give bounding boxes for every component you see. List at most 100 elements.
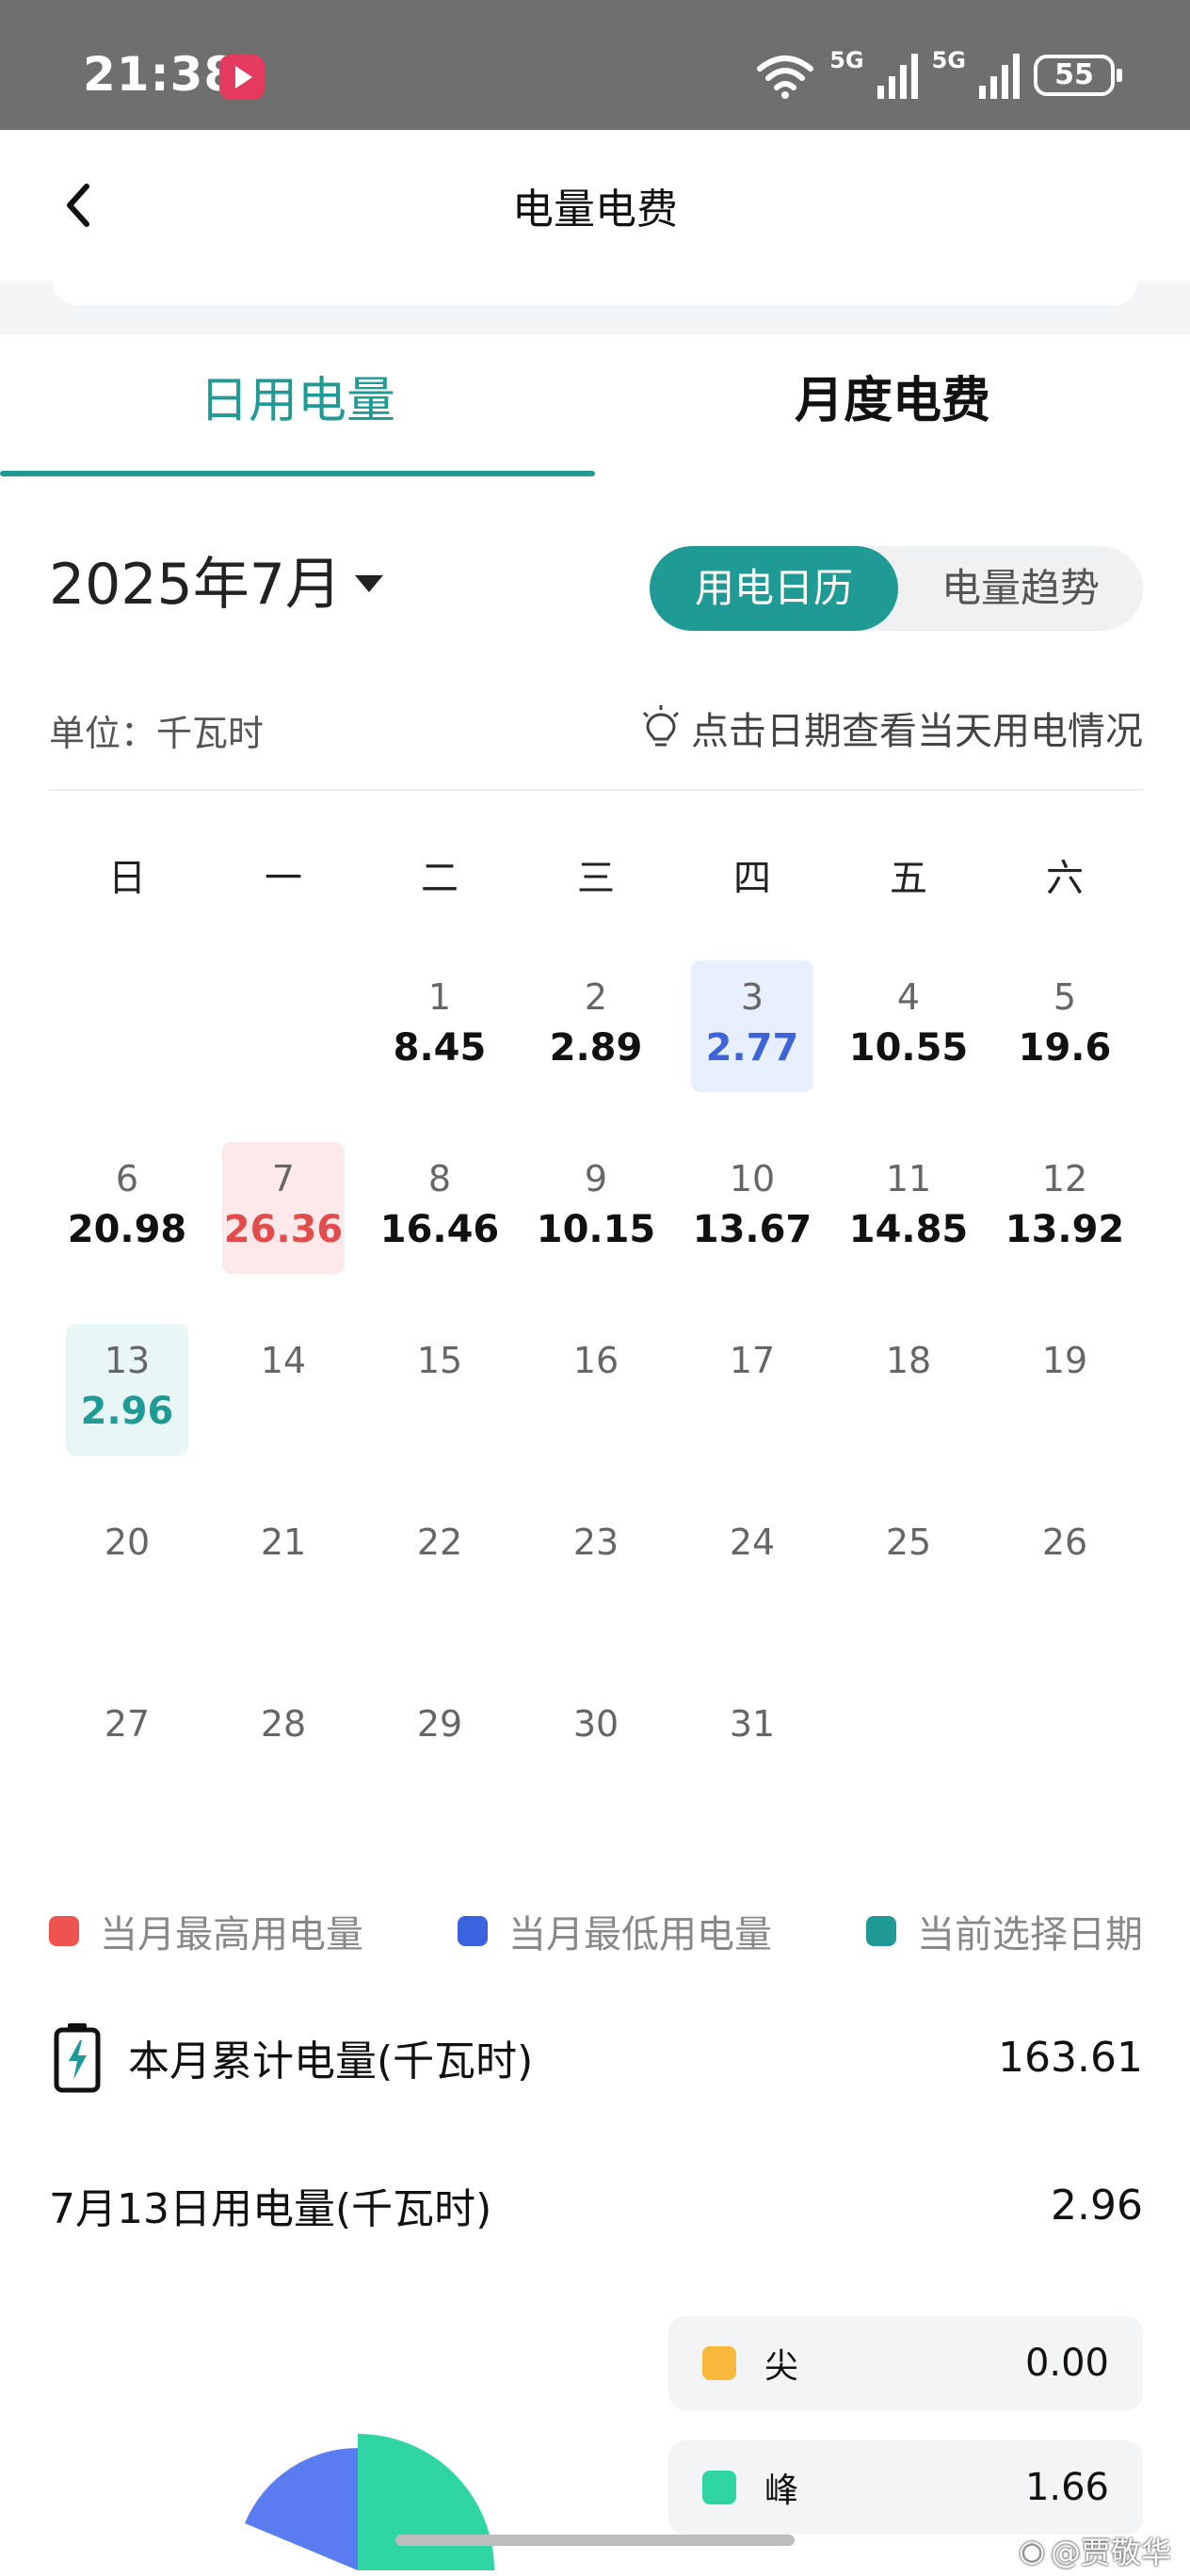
breakdown-name: 尖 (764, 2347, 799, 2386)
battery-level: 55 (1054, 58, 1094, 91)
day-usage: 13.92 (1005, 1208, 1125, 1251)
calendar-day-box: 10 13.67 (691, 1142, 813, 1274)
day-total-label: 7月13日用电量(千瓦时) (49, 2185, 492, 2233)
calendar-day[interactable]: 14 (205, 1324, 362, 1505)
calendar-day[interactable]: 10 13.67 (674, 1142, 830, 1324)
calendar-day[interactable]: 29 (362, 1687, 518, 1869)
calendar-day[interactable]: 13 2.96 (49, 1324, 205, 1505)
calendar-day[interactable]: 3 2.77 (674, 960, 830, 1142)
watermark-text: @贾敬华 (1050, 2535, 1171, 2570)
calendar-week: 27 28 29 30 31 (49, 1687, 1143, 1869)
calendar-day-box: 22 (378, 1505, 501, 1637)
calendar-day-box: 21 (222, 1505, 345, 1637)
unit-label: 单位：千瓦时 (49, 713, 265, 754)
tab-monthly-bill[interactable]: 月度电费 (595, 335, 1190, 478)
calendar-empty (987, 1687, 1143, 1869)
calendar-day-box: 16 (535, 1324, 657, 1456)
calendar-day[interactable]: 8 16.46 (362, 1142, 518, 1324)
month-total-value: 163.61 (998, 2033, 1143, 2082)
weekday-label: 六 (1046, 857, 1084, 900)
calendar-day-box: 6 20.98 (66, 1142, 188, 1274)
home-indicator[interactable] (395, 2535, 795, 2546)
toggle-trend[interactable]: 电量趋势 (898, 546, 1143, 631)
toggle-calendar[interactable]: 用电日历 (650, 546, 898, 631)
status-icons: 5G 5G 55 (754, 47, 1122, 104)
day-number: 19 (1041, 1340, 1088, 1381)
calendar-day[interactable]: 9 10.15 (518, 1142, 674, 1324)
calendar-day[interactable]: 24 (674, 1505, 830, 1687)
month-picker[interactable]: 2025年7月 (49, 539, 383, 620)
month-label: 2025年7月 (49, 552, 342, 618)
legend-label: 当前选择日期 (917, 1913, 1143, 1956)
battery-icon: 55 (1034, 55, 1122, 96)
wifi-icon (757, 56, 814, 99)
day-usage: 26.36 (223, 1208, 344, 1251)
legend-item: 当月最高用电量 (49, 1904, 363, 1958)
calendar-day-box: 15 (378, 1324, 501, 1456)
day-number: 3 (740, 976, 764, 1018)
breakdown-name: 峰 (764, 2471, 799, 2510)
day-usage: 10.15 (536, 1208, 656, 1251)
calendar-day[interactable]: 23 (518, 1505, 674, 1687)
legend-label: 当月最低用电量 (508, 1913, 772, 1956)
calendar-day-box: 25 (847, 1505, 970, 1637)
calendar-day-box: 17 (691, 1324, 813, 1456)
day-usage: 8.45 (393, 1026, 487, 1070)
calendar-day-box: 28 (222, 1687, 345, 1819)
month-total-row: 本月累计电量(千瓦时) 163.61 (49, 2015, 1143, 2100)
calendar-day[interactable]: 27 (49, 1687, 205, 1869)
divider (49, 789, 1143, 791)
calendar-day[interactable]: 30 (518, 1687, 674, 1869)
calendar-day[interactable]: 18 (830, 1324, 987, 1505)
weibo-icon: ◉ (1019, 2533, 1045, 2568)
day-usage: 2.89 (549, 1026, 643, 1070)
caret-down-icon (354, 574, 383, 592)
calendar-day[interactable]: 6 20.98 (49, 1142, 205, 1324)
calendar-day[interactable]: 12 13.92 (987, 1142, 1143, 1324)
calendar-day[interactable]: 2 2.89 (518, 960, 674, 1142)
month-total-label: 本月累计电量(千瓦时) (128, 2037, 534, 2085)
day-usage: 10.55 (848, 1026, 969, 1070)
calendar-day[interactable]: 26 (987, 1505, 1143, 1687)
day-usage: 2.77 (705, 1026, 799, 1070)
weekday-label: 四 (733, 857, 771, 900)
calendar-day-box: 18 (847, 1324, 970, 1456)
calendar-day[interactable]: 19 (987, 1324, 1143, 1505)
calendar-day[interactable]: 4 10.55 (830, 960, 987, 1142)
calendar-day-box: 2 2.89 (535, 960, 657, 1092)
calendar-day-box: 13 2.96 (66, 1324, 188, 1456)
day-number: 21 (260, 1521, 307, 1563)
calendar-day[interactable]: 7 26.36 (205, 1142, 362, 1324)
day-number: 25 (885, 1521, 932, 1563)
weekday-label: 三 (577, 857, 615, 900)
calendar-day[interactable]: 16 (518, 1324, 674, 1505)
calendar-day[interactable]: 22 (362, 1505, 518, 1687)
day-number: 31 (729, 1703, 776, 1745)
day-number: 28 (260, 1703, 307, 1745)
calendar-day[interactable]: 28 (205, 1687, 362, 1869)
calendar-week: 1 8.45 2 2.89 3 2.77 4 10.55 5 19.6 (49, 960, 1143, 1142)
day-usage: 20.98 (67, 1208, 187, 1251)
header-card-edge (53, 281, 1137, 305)
calendar-day-box: 8 16.46 (378, 1142, 501, 1274)
day-number: 12 (1041, 1158, 1088, 1199)
tip: 点击日期查看当天用电情况 (638, 700, 1143, 755)
breakdown-row-sharp: 尖 0.00 (668, 2316, 1143, 2410)
calendar-day[interactable]: 21 (205, 1505, 362, 1687)
calendar-day-box: 23 (535, 1505, 657, 1637)
day-number: 9 (584, 1158, 608, 1199)
tab-daily-usage[interactable]: 日用电量 (0, 335, 595, 478)
day-number: 2 (584, 976, 608, 1018)
calendar-day[interactable]: 20 (49, 1505, 205, 1687)
day-number: 13 (104, 1340, 151, 1381)
calendar-day[interactable]: 5 19.6 (987, 960, 1143, 1142)
calendar-day[interactable]: 31 (674, 1687, 830, 1869)
calendar-day[interactable]: 25 (830, 1505, 987, 1687)
calendar-day[interactable]: 17 (674, 1324, 830, 1505)
calendar-day-box: 29 (378, 1687, 501, 1819)
day-usage: 2.96 (80, 1390, 174, 1433)
calendar-day[interactable]: 1 8.45 (362, 960, 518, 1142)
battery-charge-icon (54, 2023, 101, 2093)
calendar-day[interactable]: 15 (362, 1324, 518, 1505)
calendar-day[interactable]: 11 14.85 (830, 1142, 987, 1324)
